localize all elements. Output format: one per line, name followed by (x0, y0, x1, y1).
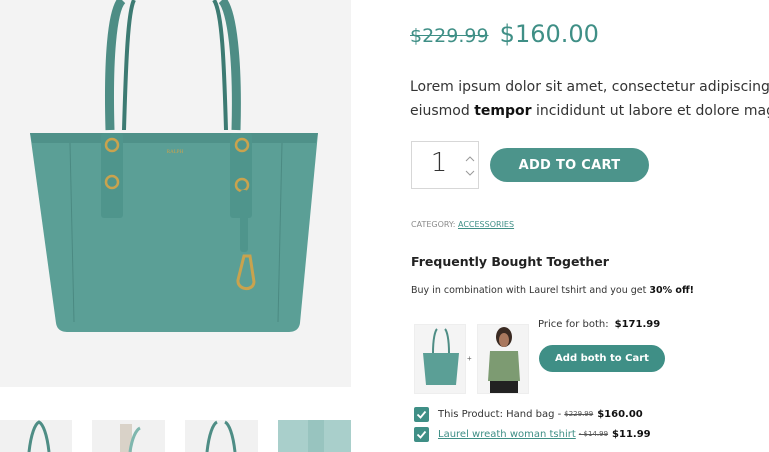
thumbnail-3[interactable] (185, 420, 258, 452)
fbt-item-new-price: $11.99 (612, 428, 651, 440)
fbt-item-this-product: This Product: Hand bag - $229.99 $160.00 (414, 406, 643, 422)
thumbnail-strip (0, 420, 351, 452)
price-for-both: Price for both: $171.99 (538, 319, 660, 330)
thumbnail-4[interactable] (278, 420, 351, 452)
category-link[interactable]: ACCESSORIES (458, 220, 514, 229)
chevron-down-icon[interactable] (464, 168, 476, 178)
fbt-plus: + (467, 354, 472, 363)
svg-text:RALPH: RALPH (167, 150, 184, 155)
check-icon[interactable] (414, 426, 429, 442)
description-bold-word: tempor (474, 103, 532, 119)
thumbnail-2[interactable] (92, 420, 165, 452)
chevron-up-icon[interactable] (464, 154, 476, 164)
fbt-item-tshirt: Laurel wreath woman tshirt - $14.99 $11.… (414, 426, 651, 442)
fbt-subtitle: Buy in combination with Laurel tshirt an… (411, 285, 694, 296)
price-both-value: $171.99 (614, 319, 661, 330)
fbt-item-old-price: - $14.99 (578, 430, 609, 438)
fbt-item-link[interactable]: Laurel wreath woman tshirt (438, 429, 576, 440)
description-line-2-start: eiusmod (410, 103, 475, 119)
description-line-1: Lorem ipsum dolor sit amet, consectetur … (410, 79, 769, 95)
price-both-label: Price for both: (538, 319, 609, 330)
fbt-title: Frequently Bought Together (411, 254, 609, 269)
quantity-stepper[interactable]: 1 (411, 141, 479, 189)
category-label: CATEGORY: (411, 220, 456, 229)
price-block: $229.99 $160.00 (410, 20, 599, 48)
fbt-item-old-price: $229.99 (564, 410, 594, 418)
quantity-value[interactable]: 1 (412, 148, 466, 178)
check-icon[interactable] (414, 406, 429, 422)
description-line-2-end: incididunt ut labore et dolore mag (531, 103, 769, 119)
current-price: $160.00 (499, 20, 599, 48)
thumbnail-1[interactable] (0, 420, 72, 452)
fbt-product-image-tshirt[interactable] (477, 324, 529, 394)
fbt-item-label: This Product: Hand bag - (438, 408, 562, 420)
fbt-subtitle-text: Buy in combination with Laurel tshirt an… (411, 285, 650, 296)
product-category: CATEGORY: ACCESSORIES (411, 220, 514, 229)
handbag-image: RALPH (30, 0, 318, 332)
product-main-image[interactable]: RALPH (0, 0, 351, 387)
product-description: Lorem ipsum dolor sit amet, consectetur … (410, 75, 769, 123)
old-price: $229.99 (410, 25, 489, 47)
fbt-product-image-bag[interactable] (414, 324, 466, 394)
add-to-cart-button[interactable]: ADD TO CART (490, 148, 649, 182)
fbt-discount: 30% off! (649, 285, 694, 296)
add-both-to-cart-button[interactable]: Add both to Cart (539, 345, 665, 372)
fbt-item-new-price: $160.00 (597, 408, 643, 420)
